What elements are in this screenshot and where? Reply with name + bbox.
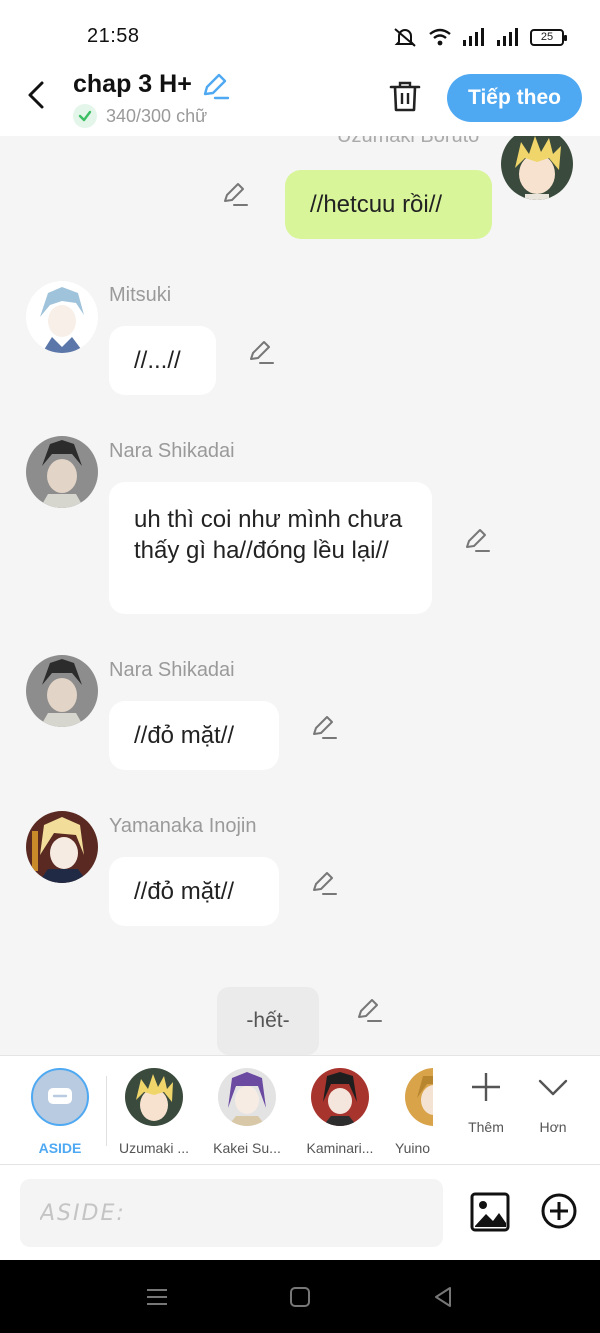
message-bubble[interactable]: //đỏ mặt// — [109, 701, 279, 770]
character-picker: ASIDE Uzumaki ... Kakei Su... Kaminari..… — [0, 1055, 600, 1165]
edit-pencil-icon[interactable] — [311, 870, 337, 896]
back-triangle-icon[interactable] — [431, 1285, 455, 1309]
divider — [106, 1076, 107, 1146]
aside-icon — [31, 1068, 89, 1126]
edit-pencil-icon[interactable] — [248, 339, 274, 365]
add-character-button[interactable]: Thêm — [456, 1070, 516, 1135]
edit-pencil-icon[interactable] — [222, 181, 248, 207]
avatar — [218, 1068, 276, 1126]
back-arrow-icon[interactable] — [20, 78, 54, 112]
message-bubble[interactable]: //hetcuu rồi// — [285, 170, 492, 239]
composer — [0, 1165, 600, 1260]
sender-name: Yamanaka Inojin — [109, 815, 257, 837]
character-label: Kaminari... — [306, 1140, 374, 1156]
sender-name: Mitsuki — [109, 284, 172, 306]
edit-pencil-icon[interactable] — [356, 997, 382, 1023]
home-icon[interactable] — [288, 1285, 312, 1309]
character-label: Uzumaki ... — [118, 1140, 189, 1156]
message-input[interactable] — [20, 1179, 443, 1247]
trash-icon[interactable] — [388, 79, 422, 113]
next-button[interactable]: Tiếp theo — [447, 74, 582, 122]
status-icons: 25 — [392, 26, 567, 48]
message-bubble[interactable]: //...// — [109, 326, 216, 395]
end-marker[interactable]: -hết- — [217, 987, 319, 1055]
add-circle-icon[interactable] — [540, 1192, 578, 1230]
more-button[interactable]: Hơn — [523, 1070, 583, 1135]
chapter-title[interactable]: chap 3 H+ — [73, 70, 192, 99]
edit-title-icon[interactable] — [200, 72, 230, 100]
character-aside[interactable]: ASIDE — [14, 1068, 106, 1156]
check-icon — [73, 104, 97, 128]
character-item[interactable]: Uzumaki ... — [108, 1068, 200, 1156]
signal-icon — [497, 28, 518, 46]
character-label: ASIDE — [38, 1140, 82, 1156]
chat-area[interactable]: Uzumaki Boruto //hetcuu rồi// Mitsuki //… — [0, 136, 600, 1055]
edit-pencil-icon[interactable] — [311, 714, 337, 740]
app-header: 21:58 25 chap 3 H+ 340/300 chữ Tiếp theo — [0, 0, 600, 136]
character-item[interactable]: Kaminari... — [294, 1068, 386, 1156]
message-bubble[interactable]: uh thì coi như mình chưa thấy gì ha//đón… — [109, 482, 432, 614]
plus-icon — [472, 1073, 500, 1101]
character-label: Kakei Su... — [213, 1140, 281, 1156]
avatar-nara-shikadai[interactable] — [26, 655, 98, 727]
status-time: 21:58 — [87, 25, 140, 47]
image-icon[interactable] — [470, 1192, 510, 1232]
avatar-mitsuki[interactable] — [26, 281, 98, 353]
avatar-uzumaki-boruto[interactable] — [501, 136, 573, 200]
sender-name: Nara Shikadai — [109, 440, 235, 462]
message-bubble[interactable]: //đỏ mặt// — [109, 857, 279, 926]
add-label: Thêm — [468, 1119, 504, 1135]
character-label: Yuino — [395, 1140, 431, 1156]
avatar — [405, 1068, 433, 1126]
edit-pencil-icon[interactable] — [464, 527, 490, 553]
mute-bell-icon — [394, 28, 416, 47]
avatar-nara-shikadai[interactable] — [26, 436, 98, 508]
character-item[interactable]: Kakei Su... — [201, 1068, 293, 1156]
chevron-down-icon — [538, 1079, 568, 1096]
battery-indicator: 25 — [530, 28, 567, 46]
character-item[interactable]: Yuino — [387, 1068, 433, 1156]
sender-name: Uzumaki Boruto — [337, 136, 480, 147]
more-label: Hơn — [539, 1119, 567, 1135]
word-count-text: 340/300 chữ — [106, 105, 208, 126]
avatar — [311, 1068, 369, 1126]
avatar-yamanaka-inojin[interactable] — [26, 811, 98, 883]
avatar — [125, 1068, 183, 1126]
word-count: 340/300 chữ — [73, 104, 207, 128]
wifi-icon — [429, 28, 451, 46]
sender-name: Nara Shikadai — [109, 659, 235, 681]
system-nav-bar — [0, 1260, 600, 1333]
menu-icon[interactable] — [145, 1285, 169, 1309]
signal-icon — [463, 28, 484, 46]
